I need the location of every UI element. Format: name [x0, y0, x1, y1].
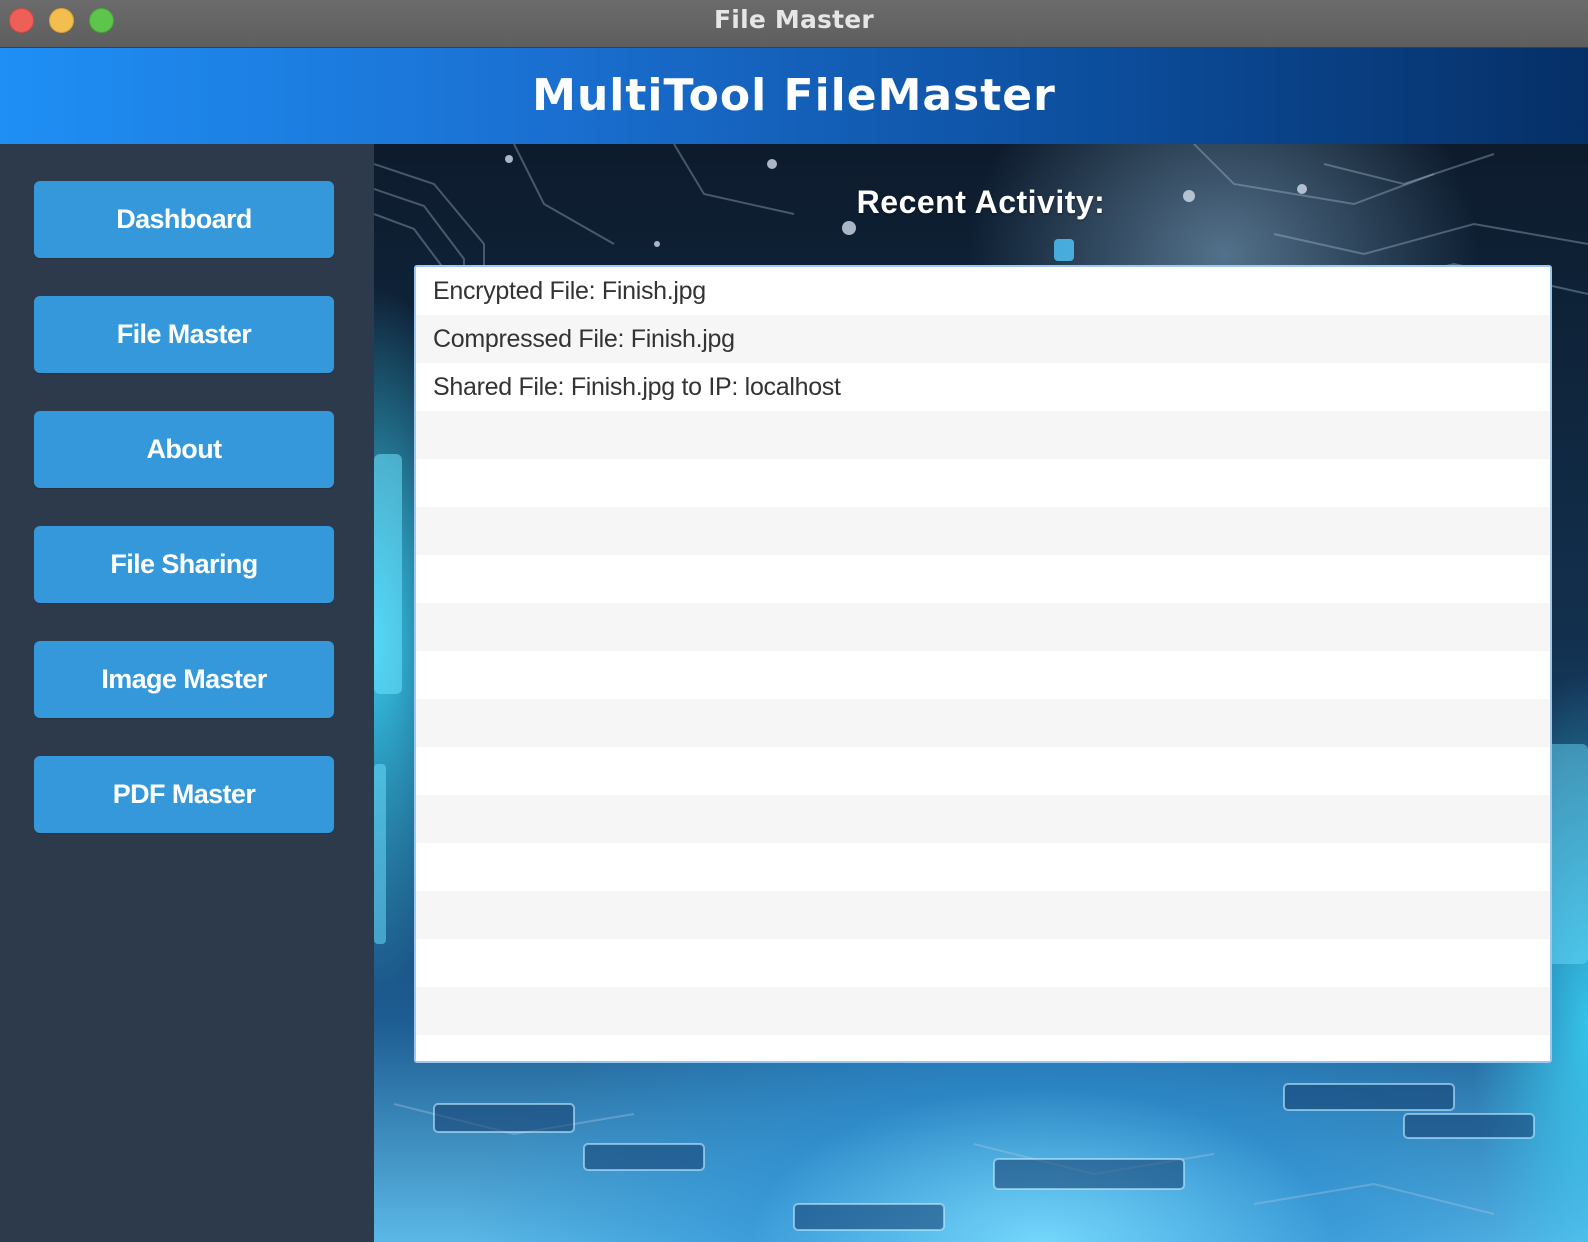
list-item[interactable]: Shared File: Finish.jpg to IP: localhost [416, 363, 1550, 411]
list-item[interactable] [416, 651, 1550, 699]
list-item[interactable] [416, 411, 1550, 459]
list-item[interactable] [416, 459, 1550, 507]
list-item[interactable] [416, 699, 1550, 747]
list-item[interactable] [416, 747, 1550, 795]
list-item[interactable] [416, 603, 1550, 651]
list-item[interactable] [416, 987, 1550, 1035]
pdf-master-button[interactable]: PDF Master [34, 756, 334, 833]
about-button[interactable]: About [34, 411, 334, 488]
list-item[interactable]: Encrypted File: Finish.jpg [416, 267, 1550, 315]
list-item[interactable]: Compressed File: Finish.jpg [416, 315, 1550, 363]
list-item[interactable] [416, 939, 1550, 987]
window-titlebar: File Master [0, 0, 1588, 48]
image-master-button[interactable]: Image Master [34, 641, 334, 718]
window-title: File Master [714, 5, 874, 34]
recent-activity-list[interactable]: Encrypted File: Finish.jpg Compressed Fi… [414, 265, 1552, 1063]
list-item[interactable] [416, 795, 1550, 843]
main-content: Recent Activity: Encrypted File: Finish.… [374, 144, 1588, 1242]
list-item[interactable] [416, 555, 1550, 603]
sidebar: Dashboard File Master About File Sharing… [0, 144, 374, 1242]
app-header: MultiTool FileMaster [0, 48, 1588, 144]
list-item[interactable] [416, 891, 1550, 939]
list-item[interactable] [416, 507, 1550, 555]
app-title: MultiTool FileMaster [532, 70, 1056, 121]
file-sharing-button[interactable]: File Sharing [34, 526, 334, 603]
file-master-button[interactable]: File Master [34, 296, 334, 373]
recent-activity-heading: Recent Activity: [856, 184, 1106, 220]
list-item[interactable] [416, 1035, 1550, 1061]
app-window: File Master MultiTool FileMaster Dashboa… [0, 0, 1588, 1242]
dashboard-button[interactable]: Dashboard [34, 181, 334, 258]
list-item[interactable] [416, 843, 1550, 891]
